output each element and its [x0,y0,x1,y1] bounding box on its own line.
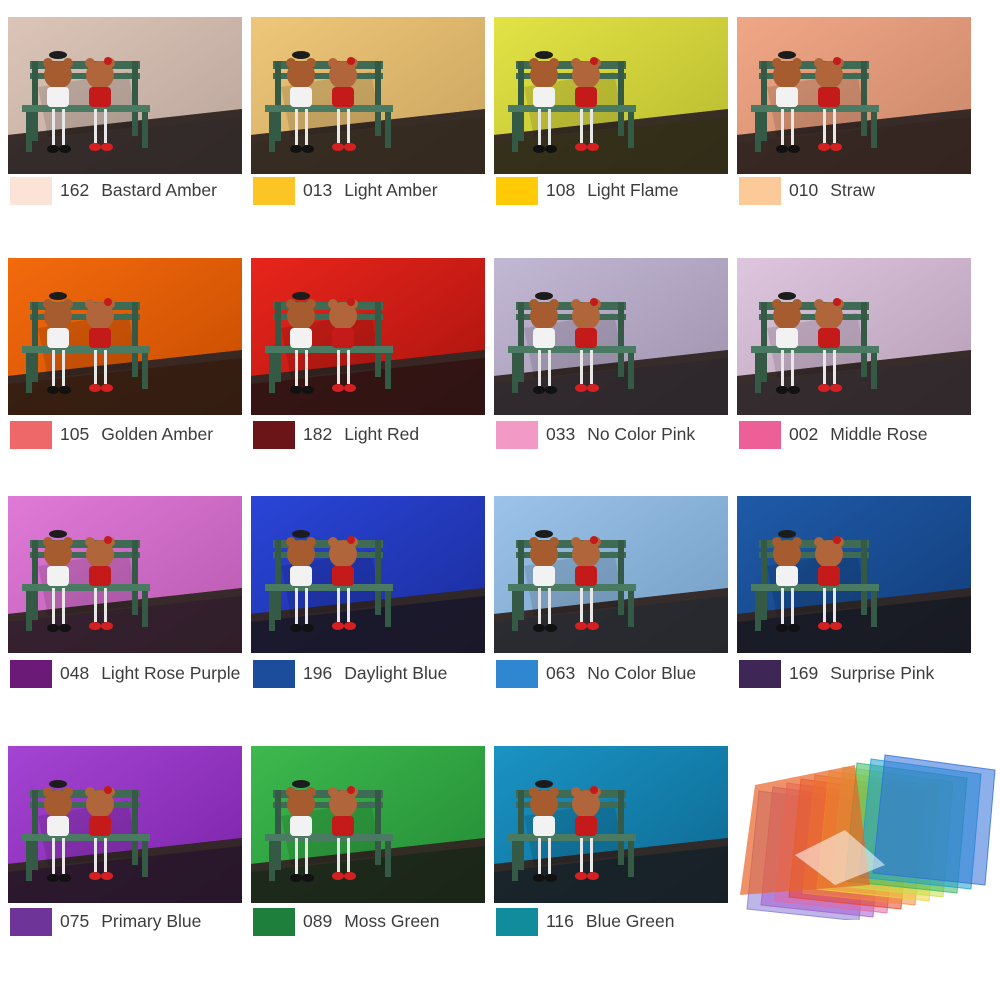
gel-sheet [872,754,996,886]
filter-code: 010 [789,180,819,200]
filter-sample-photo [494,746,728,903]
filter-color-swatch [496,660,538,688]
filter-color-swatch [496,421,538,449]
filter-color-swatch [253,660,295,688]
filter-code: 116 [546,911,574,931]
filter-name: Middle Rose [830,424,928,444]
filter-sample-photo [494,496,728,653]
filter-label: 063 No Color Blue [546,663,696,684]
filter-code: 048 [60,663,90,683]
filter-color-swatch [739,421,781,449]
filter-sample-photo [8,17,242,174]
filter-name: Light Rose Purple [101,663,241,683]
filter-name: No Color Blue [587,663,697,683]
filter-sheets-stack-image [735,745,1000,922]
filter-sample-photo [8,496,242,653]
filter-label: 116 Blue Green [546,911,674,932]
filter-name: Daylight Blue [344,663,448,683]
filter-name: Surprise Pink [830,663,935,683]
filter-name: Moss Green [344,911,440,931]
filter-sample-photo [737,496,971,653]
filter-color-swatch [253,421,295,449]
filter-code: 169 [789,663,819,683]
filter-label: 162 Bastard Amber [60,180,217,201]
filter-name: Light Red [344,424,420,444]
filter-code: 002 [789,424,819,444]
filter-name: No Color Pink [587,424,696,444]
filter-sample-photo [737,17,971,174]
filter-color-swatch [10,421,52,449]
filter-label: 196 Daylight Blue [303,663,447,684]
filter-label: 033 No Color Pink [546,424,695,445]
filter-label: 169 Surprise Pink [789,663,934,684]
filter-sample-photo [8,746,242,903]
filter-code: 105 [60,424,90,444]
filter-code: 075 [60,911,90,931]
filter-name: Bastard Amber [101,180,217,200]
filter-code: 182 [303,424,333,444]
filter-color-swatch [496,177,538,205]
filter-name: Golden Amber [101,424,214,444]
filter-color-swatch [10,908,52,936]
filter-name: Light Amber [344,180,438,200]
filter-code: 196 [303,663,333,683]
filter-sample-photo [251,746,485,903]
filter-name: Straw [830,180,875,200]
filter-name: Light Flame [587,180,679,200]
filter-code: 063 [546,663,576,683]
filter-label: 075 Primary Blue [60,911,201,932]
filter-sample-photo [251,258,485,415]
filter-code: 033 [546,424,576,444]
filter-color-swatch [496,908,538,936]
filter-color-swatch [739,177,781,205]
filter-sample-photo [737,258,971,415]
filter-sample-photo [8,258,242,415]
filter-name: Primary Blue [101,911,202,931]
filter-name: Blue Green [585,911,675,931]
filter-code: 013 [303,180,333,200]
filter-label: 105 Golden Amber [60,424,213,445]
filter-code: 089 [303,911,333,931]
filter-color-swatch [10,660,52,688]
filter-sample-photo [251,17,485,174]
filter-sample-photo [494,17,728,174]
filter-color-swatch [10,177,52,205]
filter-label: 013 Light Amber [303,180,438,201]
filter-label: 182 Light Red [303,424,419,445]
filter-label: 048 Light Rose Purple [60,663,240,684]
filter-sample-photo [494,258,728,415]
filter-sample-photo [251,496,485,653]
filter-label: 002 Middle Rose [789,424,927,445]
filter-label: 010 Straw [789,180,875,201]
filter-code: 162 [60,180,90,200]
filter-label: 108 Light Flame [546,180,679,201]
filter-color-swatch [739,660,781,688]
filter-code: 108 [546,180,576,200]
filter-label: 089 Moss Green [303,911,440,932]
filter-color-swatch [253,177,295,205]
filter-color-swatch [253,908,295,936]
